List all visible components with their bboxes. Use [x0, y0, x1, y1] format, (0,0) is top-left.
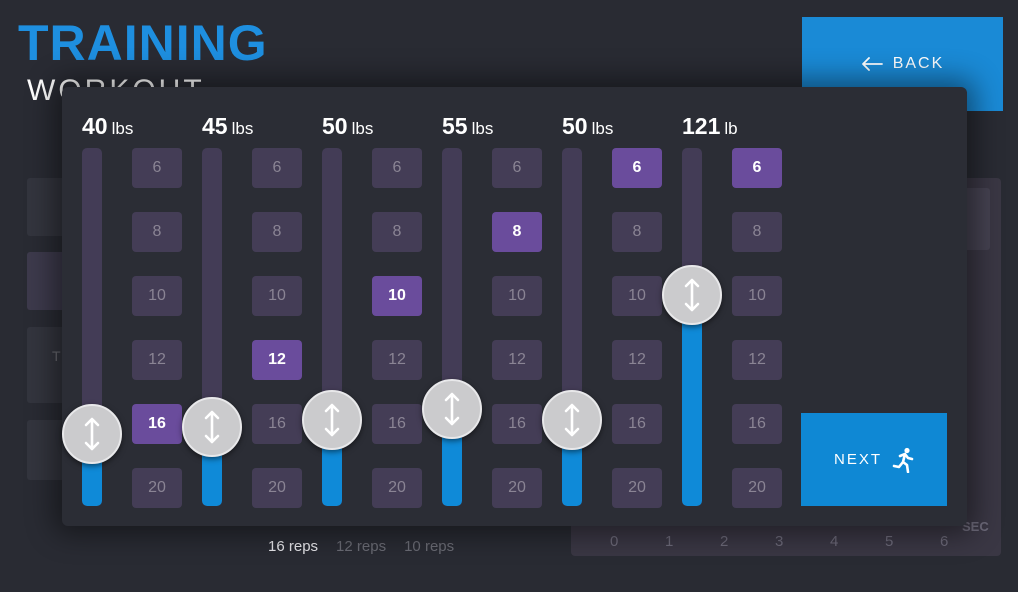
- rep-option-button[interactable]: 16: [732, 404, 782, 444]
- exercise-column: 50 lbs 6 8 10 12 16 20: [542, 87, 662, 526]
- exercise-column: 50 lbs 6 8 10 12 16 20: [302, 87, 422, 526]
- rep-option-button[interactable]: 12: [132, 340, 182, 380]
- weight-value: 55: [442, 113, 468, 139]
- page-title: TRAINING: [18, 15, 268, 71]
- next-button[interactable]: NEXT: [801, 413, 947, 506]
- chart-x-tick: 3: [775, 533, 784, 550]
- weight-value: 45: [202, 113, 228, 139]
- running-person-icon: [892, 447, 914, 473]
- weight-label: 121 lb: [682, 113, 738, 140]
- rep-option-button[interactable]: 12: [252, 340, 302, 380]
- weight-unit: lbs: [111, 119, 134, 138]
- weight-label: 40 lbs: [82, 113, 133, 140]
- vertical-arrows-icon: [324, 403, 340, 437]
- rep-option-button[interactable]: 8: [492, 212, 542, 252]
- weight-label: 45 lbs: [202, 113, 253, 140]
- rep-option-button[interactable]: 8: [252, 212, 302, 252]
- rep-option-button[interactable]: 20: [372, 468, 422, 508]
- rep-option-button[interactable]: 12: [492, 340, 542, 380]
- rep-option-button[interactable]: 6: [372, 148, 422, 188]
- weight-slider-handle[interactable]: [542, 390, 602, 451]
- reps-strip-item[interactable]: 12 reps: [336, 538, 386, 555]
- weight-slider-handle[interactable]: [182, 397, 242, 458]
- reps-strip: 16 reps 12 reps 10 reps: [268, 538, 454, 555]
- weight-unit: lbs: [351, 119, 374, 138]
- vertical-arrows-icon: [564, 403, 580, 437]
- weight-unit: lbs: [591, 119, 614, 138]
- weight-label: 55 lbs: [442, 113, 493, 140]
- rep-option-button[interactable]: 6: [132, 148, 182, 188]
- chart-x-tick: 0: [610, 533, 619, 550]
- rep-option-button[interactable]: 16: [372, 404, 422, 444]
- vertical-arrows-icon: [444, 393, 460, 426]
- weight-slider-track[interactable]: [682, 148, 702, 506]
- rep-option-button[interactable]: 10: [612, 276, 662, 316]
- back-button-label: BACK: [892, 55, 945, 72]
- weight-label: 50 lbs: [562, 113, 613, 140]
- rep-option-button[interactable]: 8: [372, 212, 422, 252]
- arrow-left-icon: [861, 57, 883, 71]
- weight-slider-handle[interactable]: [302, 390, 362, 451]
- rep-option-button[interactable]: 8: [132, 212, 182, 252]
- rep-option-button[interactable]: 10: [732, 276, 782, 316]
- rep-option-button[interactable]: 12: [732, 340, 782, 380]
- rep-option-button[interactable]: 16: [492, 404, 542, 444]
- rep-option-button[interactable]: 12: [612, 340, 662, 380]
- rep-option-button[interactable]: 10: [132, 276, 182, 316]
- weight-unit: lbs: [231, 119, 254, 138]
- rep-option-button[interactable]: 6: [612, 148, 662, 188]
- rep-option-button[interactable]: 16: [612, 404, 662, 444]
- rep-option-button[interactable]: 10: [372, 276, 422, 316]
- rep-option-button[interactable]: 6: [492, 148, 542, 188]
- exercise-column: 121 lb 6 8 10 12 16 20: [662, 87, 782, 526]
- weight-value: 40: [82, 113, 108, 139]
- reps-strip-item[interactable]: 16 reps: [268, 538, 318, 555]
- chart-x-tick: 4: [830, 533, 839, 550]
- rep-option-button[interactable]: 6: [732, 148, 782, 188]
- rep-option-button[interactable]: 20: [612, 468, 662, 508]
- weight-value: 50: [562, 113, 588, 139]
- vertical-arrows-icon: [84, 418, 100, 451]
- vertical-arrows-icon: [684, 278, 700, 312]
- rep-option-button[interactable]: 20: [252, 468, 302, 508]
- exercise-column: 45 lbs 6 8 10 12 16 20: [182, 87, 302, 526]
- exercise-column: 40 lbs 6 8 10 12 16 20: [62, 87, 182, 526]
- weight-slider-handle[interactable]: [62, 404, 122, 465]
- rep-option-button[interactable]: 16: [132, 404, 182, 444]
- rep-option-button[interactable]: 10: [492, 276, 542, 316]
- chart-x-tick: 2: [720, 533, 729, 550]
- rep-option-button[interactable]: 10: [252, 276, 302, 316]
- background-card-letter: T: [52, 348, 61, 364]
- chart-x-tick: 6: [940, 533, 949, 550]
- exercise-column: 55 lbs 6 8 10 12 16 20: [422, 87, 542, 526]
- weight-reps-modal: NEXT 40 lbs 6 8 10 12 16 20 45 lbs 6 8 10 12 16 20 50 lbs…: [62, 87, 967, 526]
- weight-value: 50: [322, 113, 348, 139]
- next-button-label: NEXT: [833, 451, 882, 468]
- weight-slider-track[interactable]: [442, 148, 462, 506]
- chart-x-tick: 1: [665, 533, 674, 550]
- weight-value: 121: [682, 113, 721, 139]
- weight-slider-track[interactable]: [562, 148, 582, 506]
- chart-x-tick: 5: [885, 533, 894, 550]
- rep-option-button[interactable]: 20: [732, 468, 782, 508]
- weight-slider-fill: [682, 294, 702, 506]
- vertical-arrows-icon: [204, 410, 220, 444]
- weight-label: 50 lbs: [322, 113, 373, 140]
- reps-strip-item[interactable]: 10 reps: [404, 538, 454, 555]
- weight-slider-track[interactable]: [322, 148, 342, 506]
- rep-option-button[interactable]: 20: [492, 468, 542, 508]
- weight-unit: lbs: [471, 119, 494, 138]
- rep-option-button[interactable]: 8: [612, 212, 662, 252]
- weight-slider-handle[interactable]: [422, 379, 482, 440]
- rep-option-button[interactable]: 20: [132, 468, 182, 508]
- rep-option-button[interactable]: 12: [372, 340, 422, 380]
- rep-option-button[interactable]: 8: [732, 212, 782, 252]
- weight-unit: lb: [724, 119, 738, 138]
- rep-option-button[interactable]: 16: [252, 404, 302, 444]
- rep-option-button[interactable]: 6: [252, 148, 302, 188]
- weight-slider-handle[interactable]: [662, 264, 722, 325]
